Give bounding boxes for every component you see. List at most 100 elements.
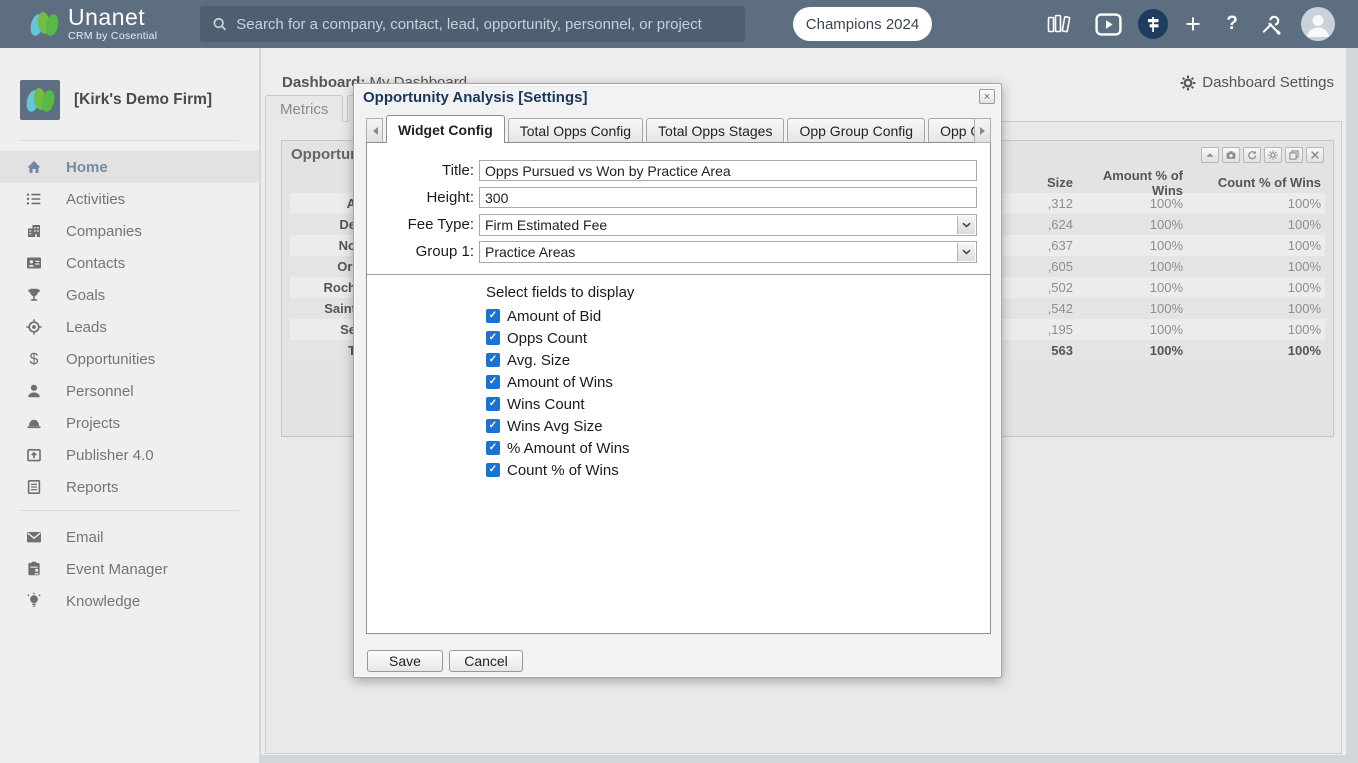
widget-config-panel: Title: Height: Fee Type: Firm Estimated Fee… — [366, 142, 991, 634]
row-label: Se — [340, 322, 356, 337]
goals-icon — [24, 285, 44, 305]
widget-config-form: Title: Height: Fee Type: Firm Estimated Fee… — [367, 143, 990, 263]
sidebar-item-knowledge[interactable]: Knowledge — [0, 585, 259, 617]
cell-amount-pct: 100% — [1149, 238, 1183, 253]
sidebar-item-label: Leads — [66, 318, 107, 336]
checkbox-row: ✓ Opps Count — [486, 330, 990, 347]
sidebar-item-companies[interactable]: Companies — [0, 215, 259, 247]
checkbox-row: ✓ % Amount of Wins — [486, 439, 990, 457]
collapse-icon[interactable] — [1201, 146, 1219, 163]
row-label: Roch — [323, 280, 357, 295]
dashboard-settings-label: Dashboard Settings — [1202, 74, 1334, 91]
checkbox-label: Amount of Bid — [507, 307, 602, 325]
sidebar-item-activities[interactable]: Activities — [0, 183, 259, 215]
cell-count-pct: 100% — [1287, 238, 1321, 253]
save-button[interactable]: Save — [367, 650, 443, 672]
sidebar-item-publisher-4-0[interactable]: Publisher 4.0 — [0, 439, 259, 471]
modal-tab-total-opps-stages[interactable]: Total Opps Stages — [646, 118, 785, 143]
video-tutorials-icon[interactable] — [1093, 0, 1123, 48]
cancel-button[interactable]: Cancel — [449, 650, 523, 672]
guide-signpost-icon[interactable] — [1137, 0, 1169, 48]
user-avatar[interactable] — [1300, 0, 1336, 48]
sidebar-nav-secondary: Email Event Manager Knowledge — [0, 521, 259, 617]
library-icon[interactable] — [1042, 0, 1074, 48]
checkbox-row: ✓ Wins Count — [486, 396, 990, 413]
unanet-mark-icon — [30, 12, 59, 36]
unanet-logo[interactable]: Unanet CRM by Cosential — [28, 4, 157, 42]
popout-icon[interactable] — [1285, 146, 1303, 163]
sidebar-divider-2 — [20, 510, 239, 511]
checkbox-avg-size[interactable]: ✓ — [486, 353, 500, 367]
sidebar-item-label: Publisher 4.0 — [66, 446, 154, 464]
gear-icon — [1180, 75, 1196, 90]
sidebar-item-label: Home — [66, 158, 108, 176]
dashboard-tab-metrics[interactable]: Metrics — [265, 95, 344, 122]
sidebar-item-reports[interactable]: Reports — [0, 471, 259, 503]
cell-amount-pct: 100% — [1149, 259, 1183, 274]
sidebar-item-contacts[interactable]: Contacts — [0, 247, 259, 279]
sidebar-item-projects[interactable]: Projects — [0, 407, 259, 439]
sidebar-item-personnel[interactable]: Personnel — [0, 375, 259, 407]
admin-tools-icon[interactable] — [1254, 0, 1286, 48]
modal-title: Opportunity Analysis [Settings] — [363, 89, 588, 106]
dashboard-settings-button[interactable]: Dashboard Settings — [1180, 74, 1334, 91]
modal-tab-total-opps-config[interactable]: Total Opps Config — [507, 118, 644, 143]
sidebar-item-email[interactable]: Email — [0, 521, 259, 553]
modal-close-icon[interactable]: × — [979, 89, 995, 104]
title-input[interactable] — [479, 160, 977, 181]
firm-logo-icon[interactable] — [20, 80, 60, 120]
fee-type-select[interactable]: Firm Estimated Fee — [479, 213, 977, 236]
cell-amount-pct: 100% — [1149, 322, 1183, 337]
sidebar-nav-main: Home Activities Companies Contacts Goals Lead… — [0, 151, 259, 503]
column-header-amount-of-wins: Amount % of Wins — [1102, 167, 1183, 198]
modal-tabs: Widget Config Total Opps Config Total Opps… — [383, 115, 991, 143]
group-1-select[interactable]: Practice Areas — [479, 240, 977, 263]
widget-settings-icon[interactable] — [1264, 146, 1282, 163]
firm-name: [Kirk's Demo Firm] — [74, 91, 213, 108]
checkbox-amount-of-wins[interactable]: ✓ — [486, 441, 500, 455]
sidebar: [Kirk's Demo Firm] Home Activities Compani… — [0, 48, 260, 763]
tab-scroll-left-icon[interactable] — [366, 118, 383, 143]
snapshot-icon[interactable] — [1222, 146, 1240, 163]
sidebar-item-event-manager[interactable]: Event Manager — [0, 553, 259, 585]
dropdown-arrow-icon[interactable] — [957, 215, 975, 234]
checkbox-label: % Amount of Wins — [507, 439, 630, 457]
modal-tab-opp-group-config[interactable]: Opp Group Config — [787, 118, 926, 143]
global-search — [200, 6, 745, 42]
checkbox-amount-of-bid[interactable]: ✓ — [486, 309, 500, 323]
avatar-circle — [1301, 7, 1335, 41]
tab-scroll-right-icon[interactable] — [974, 118, 991, 143]
widget-close-icon[interactable] — [1306, 146, 1324, 163]
modal-tab-strip: Widget Config Total Opps Config Total Opps… — [366, 115, 991, 143]
contacts-icon — [24, 253, 44, 273]
cell-amount-pct: 100% — [1149, 343, 1183, 358]
sidebar-item-home[interactable]: Home — [0, 151, 259, 183]
help-icon[interactable]: ? — [1218, 0, 1246, 48]
cell-amount-pct: 100% — [1149, 301, 1183, 316]
height-input[interactable] — [479, 187, 977, 208]
group-1-label: Group 1: — [415, 243, 474, 260]
add-icon[interactable]: + — [1178, 0, 1208, 48]
modal-tab-widget-config[interactable]: Widget Config — [386, 115, 505, 143]
row-label: Orl — [337, 259, 356, 274]
checkbox-opps-count[interactable]: ✓ — [486, 331, 500, 345]
checkbox-wins-count[interactable]: ✓ — [486, 397, 500, 411]
refresh-icon[interactable] — [1243, 146, 1261, 163]
sidebar-item-leads[interactable]: Leads — [0, 311, 259, 343]
search-input[interactable] — [236, 15, 733, 33]
dropdown-arrow-icon[interactable] — [957, 242, 975, 261]
checkbox-row: ✓ Count % of Wins — [486, 462, 990, 479]
checkbox-count-of-wins[interactable]: ✓ — [486, 463, 500, 477]
field-checkbox-list: ✓ Amount of Bid ✓ Opps Count ✓ Avg. Size ✓ Amou… — [367, 307, 990, 479]
height-label: Height: — [426, 189, 474, 206]
champions-button[interactable]: Champions 2024 — [793, 7, 932, 41]
checkbox-wins-avg-size[interactable]: ✓ — [486, 419, 500, 433]
sidebar-item-goals[interactable]: Goals — [0, 279, 259, 311]
sidebar-item-label: Opportunities — [66, 350, 156, 368]
checkbox-amount-of-wins[interactable]: ✓ — [486, 375, 500, 389]
sidebar-item-opportunities[interactable]: $ Opportunities — [0, 343, 259, 375]
column-header-count-of-wins: Count % of Wins — [1217, 175, 1321, 190]
cell-amount-pct: 100% — [1149, 217, 1183, 232]
knowledge-icon — [24, 591, 44, 611]
svg-text:$: $ — [30, 351, 39, 368]
